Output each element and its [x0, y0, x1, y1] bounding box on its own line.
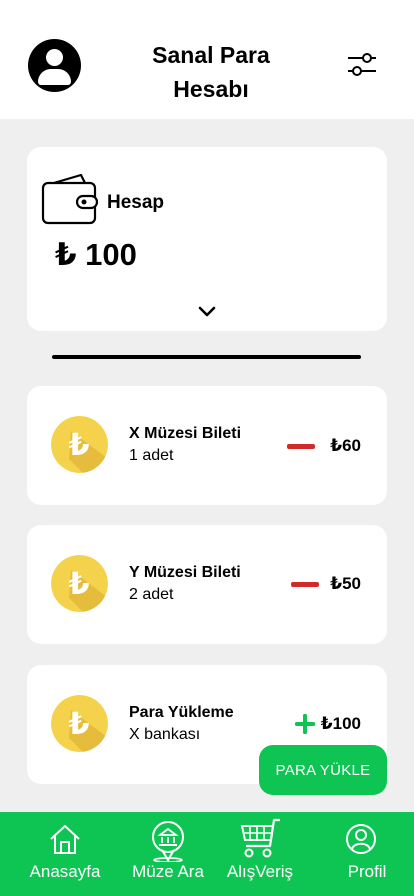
home-icon [50, 825, 80, 854]
plus-icon [295, 714, 315, 734]
transaction-subtitle: 2 adet [129, 586, 174, 603]
account-label: Hesap [107, 192, 165, 213]
svg-text:₺: ₺ [69, 567, 90, 602]
museum-pin-icon [152, 821, 184, 862]
nav-item-anasayfa[interactable]: Anasayfa [16, 812, 114, 896]
transaction-title: X Müzesi Bileti [129, 425, 242, 442]
transaction-subtitle: X bankası [129, 726, 201, 743]
transaction-title: Y Müzesi Bileti [129, 564, 241, 581]
svg-text:₺: ₺ [69, 707, 90, 742]
lira-coin-icon: ₺ [51, 555, 108, 612]
cart-icon [240, 818, 280, 858]
transaction-subtitle: 1 adet [129, 447, 174, 464]
wallet-icon [41, 173, 99, 225]
app-header: Sanal Para Hesabı [0, 0, 414, 119]
transaction-amount: ₺60 [330, 436, 361, 455]
bottom-nav: Anasayfa Müze Ara AlışVeriş Profil [0, 812, 414, 896]
transaction-title: Para Yükleme [129, 704, 234, 721]
nav-label: Müze Ara [132, 862, 204, 881]
page-title-line2: Hesabı [173, 76, 249, 102]
svg-text:₺: ₺ [69, 428, 90, 463]
lira-coin-icon: ₺ [51, 416, 108, 473]
page-title-line1: Sanal Para [152, 42, 270, 68]
profile-icon [346, 824, 376, 854]
nav-label: Anasayfa [29, 862, 101, 881]
lira-coin-icon: ₺ [51, 695, 108, 752]
avatar-icon[interactable] [28, 39, 81, 92]
account-balance: ₺ 100 [55, 237, 137, 272]
minus-icon [291, 582, 319, 587]
transaction-item[interactable]: ₺ X Müzesi Bileti 1 adet ₺60 [27, 386, 387, 505]
nav-item-profil[interactable]: Profil [322, 812, 412, 896]
nav-item-muze-ara[interactable]: Müze Ara [118, 812, 218, 896]
transaction-amount: ₺50 [330, 574, 361, 593]
nav-item-alisveris[interactable]: AlışVeriş [216, 812, 304, 896]
nav-label: Profil [347, 862, 387, 881]
section-divider [52, 355, 361, 359]
filter-settings-icon[interactable] [347, 50, 377, 78]
transaction-amount: ₺100 [320, 714, 361, 733]
transaction-item[interactable]: ₺ Y Müzesi Bileti 2 adet ₺50 [27, 525, 387, 644]
minus-icon [287, 444, 315, 449]
chevron-down-icon[interactable] [197, 305, 217, 319]
top-up-button[interactable]: PARA YÜKLE [259, 745, 387, 795]
page-title: Sanal Para Hesabı [120, 38, 302, 106]
account-card[interactable]: Hesap ₺ 100 [27, 147, 387, 331]
nav-label: AlışVeriş [226, 862, 294, 881]
